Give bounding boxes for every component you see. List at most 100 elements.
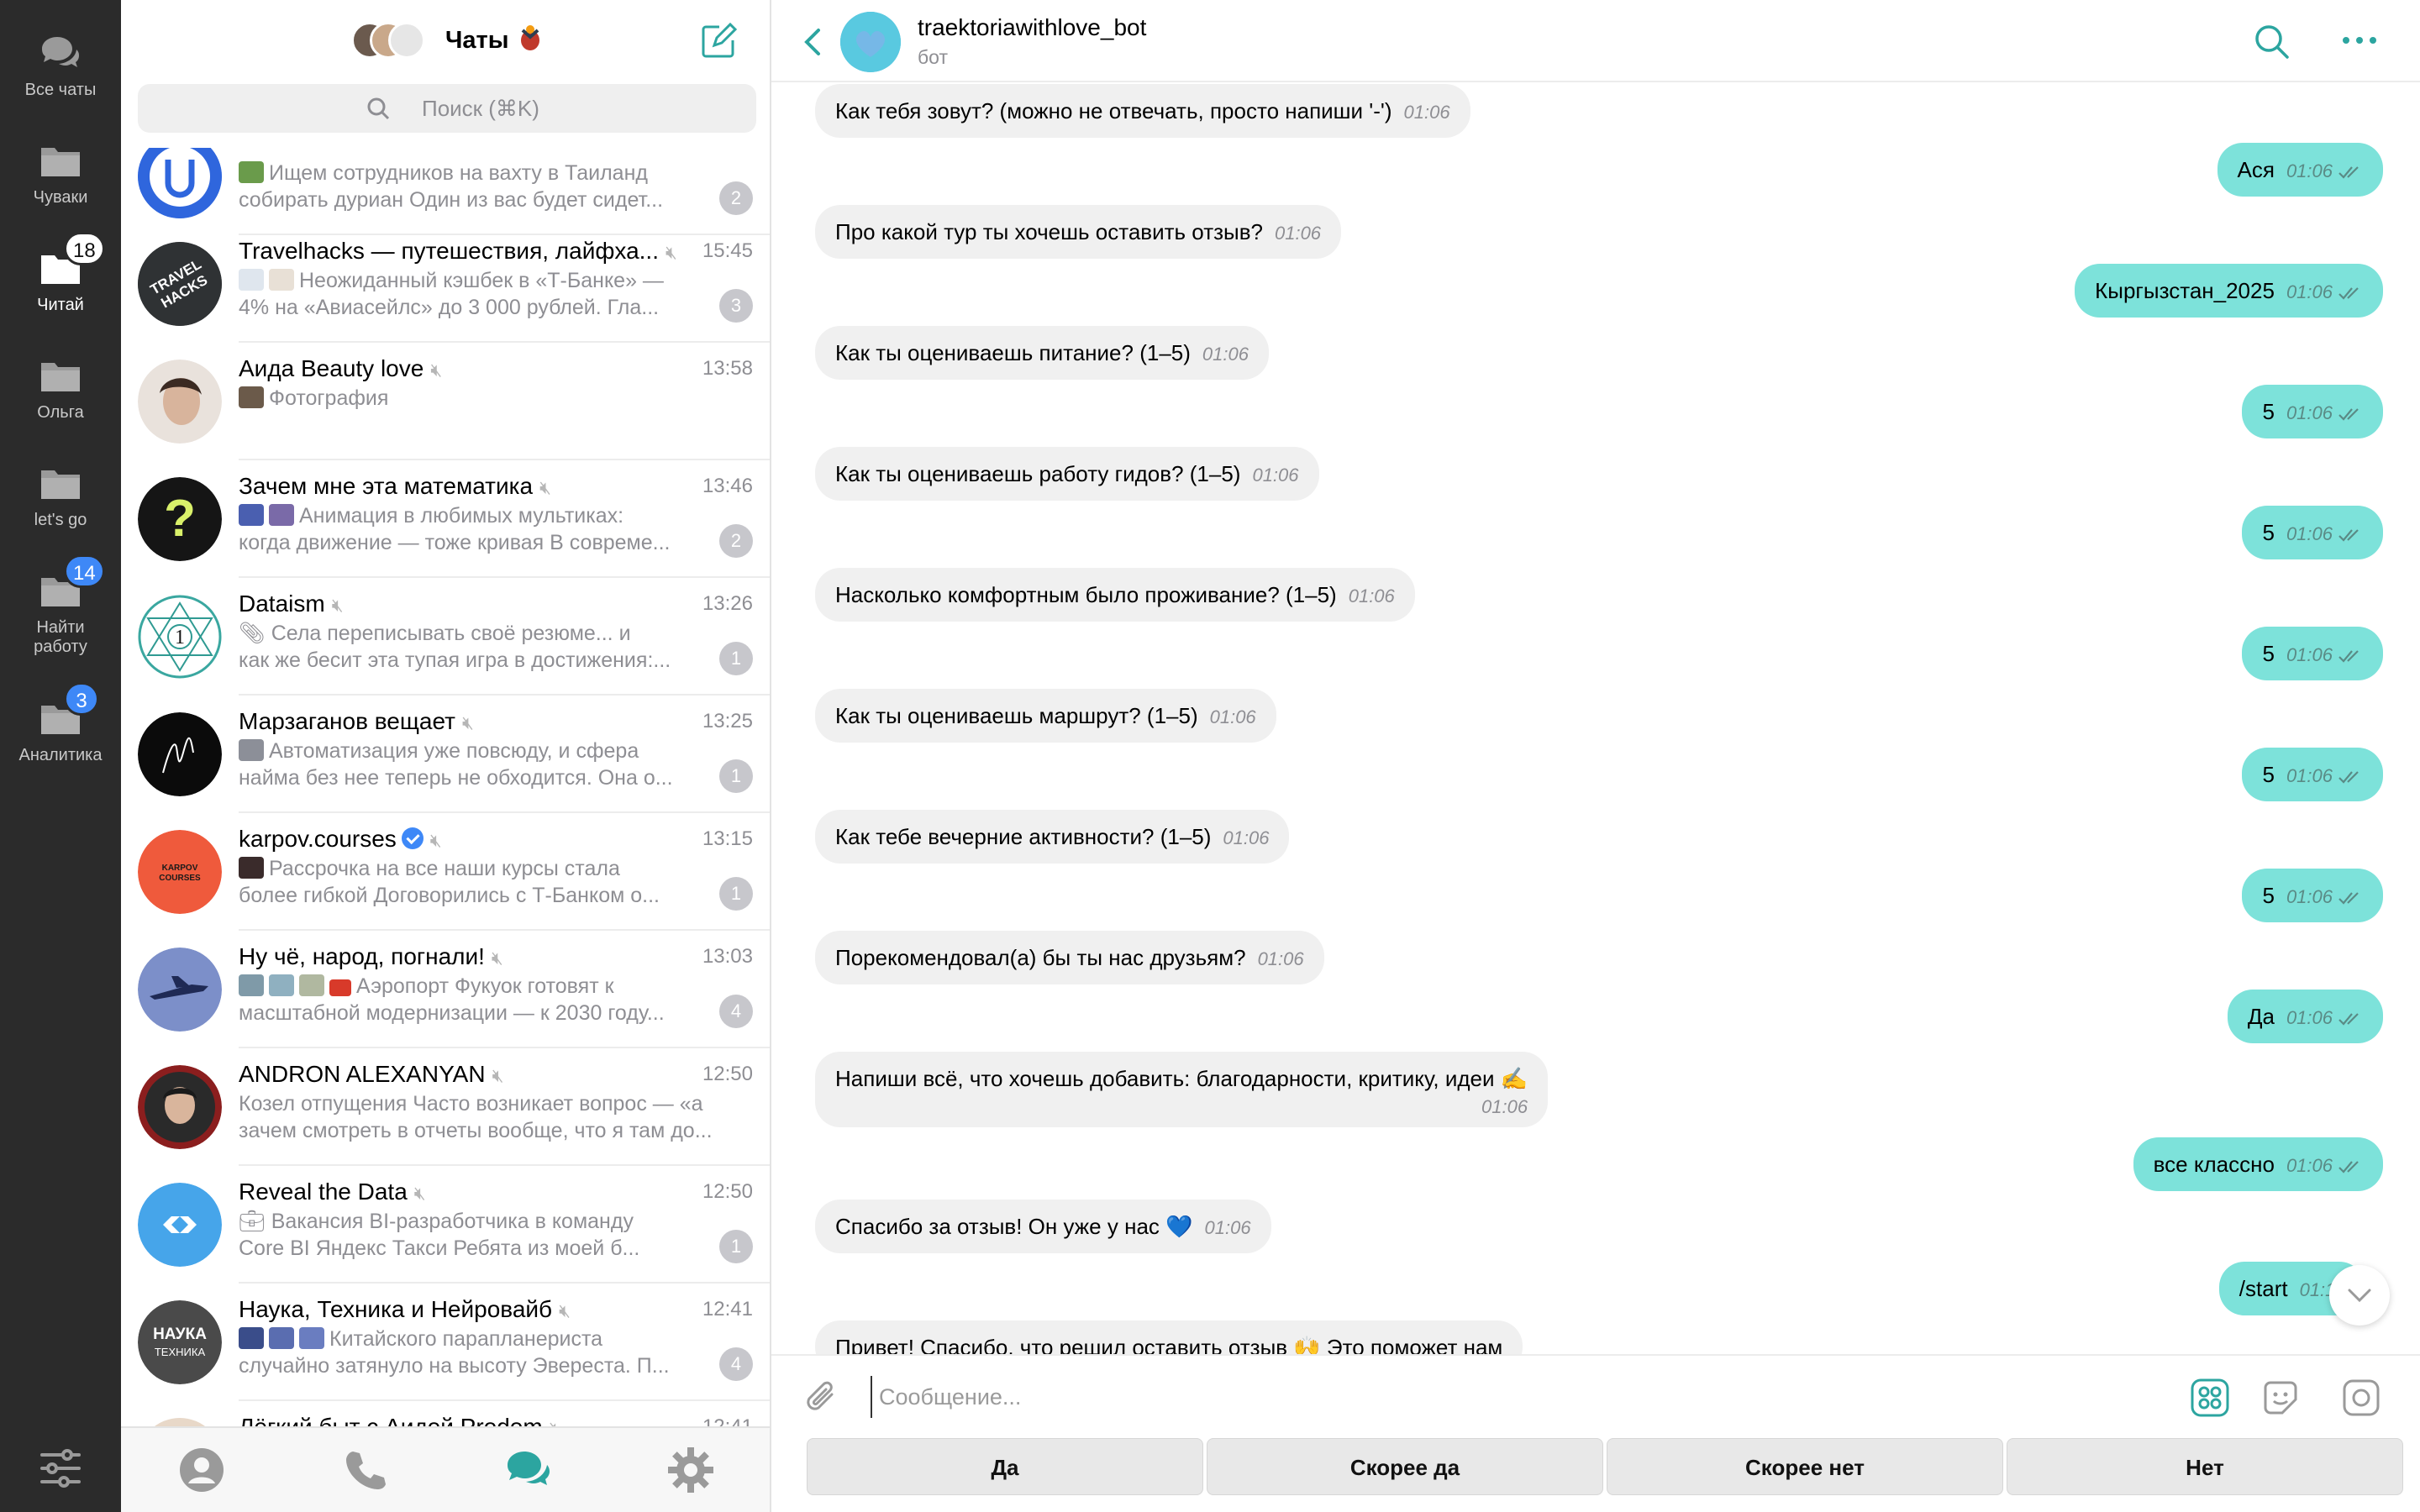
back-arrow-icon[interactable] bbox=[802, 25, 822, 59]
read-ticks-icon bbox=[2338, 1013, 2359, 1026]
chat-name: Dataism 🔇︎ bbox=[239, 591, 344, 617]
chat-name: Лёгкий быт с Аидой Prodom🔇︎ bbox=[239, 1413, 676, 1426]
chat-name: Аида Beauty love 🔇︎ bbox=[239, 355, 443, 381]
paperclip-icon[interactable] bbox=[803, 1378, 840, 1418]
media-thumbnail bbox=[269, 974, 294, 996]
outgoing-message[interactable]: все классно 01:06 bbox=[2133, 1137, 2383, 1191]
folder-olga[interactable]: Ольга bbox=[0, 356, 121, 423]
chat-time: 12:41 bbox=[702, 1298, 753, 1320]
unread-count: 1 bbox=[719, 1230, 753, 1263]
folder-rail: Все чаты Чуваки 18 Читай Ольга let's go … bbox=[0, 0, 121, 1512]
chat-name: Наука, Техника и Нейровайб 🔇︎ bbox=[239, 1296, 571, 1322]
incoming-message[interactable]: Как ты оцениваешь работу гидов? (1–5) 01:… bbox=[815, 447, 1319, 501]
chat-time: 12:50 bbox=[702, 1063, 753, 1085]
bot-avatar[interactable] bbox=[840, 12, 901, 72]
bot-commands-icon[interactable] bbox=[2190, 1378, 2230, 1418]
outgoing-message[interactable]: Кыргызстан_2025 01:06 bbox=[2075, 264, 2383, 318]
chat-name: Зачем мне эта математика 🔇︎ bbox=[239, 473, 551, 499]
outgoing-message[interactable]: 5 01:06 bbox=[2242, 869, 2383, 922]
folder-chuvaki[interactable]: Чуваки bbox=[0, 141, 121, 207]
folder-find-job[interactable]: 14 Найти работу bbox=[0, 554, 121, 657]
chat-row[interactable]: KARPOV COURSES karpov.courses 🔇︎ 13:15 Рас… bbox=[121, 813, 770, 931]
reply-button-rather-no[interactable]: Скорее нет bbox=[1607, 1438, 2003, 1495]
media-thumbnail bbox=[239, 504, 264, 526]
incoming-message[interactable]: Как ты оцениваешь питание? (1–5) 01:06 bbox=[815, 326, 1269, 380]
folder-all-chats[interactable]: Все чаты bbox=[0, 34, 121, 100]
status-emoji-icon[interactable] bbox=[514, 22, 546, 54]
chat-bubbles-icon bbox=[39, 34, 82, 72]
outgoing-message[interactable]: Ася 01:06 bbox=[2217, 143, 2383, 197]
unread-count: 4 bbox=[719, 1347, 753, 1381]
outgoing-message[interactable]: 5 01:06 bbox=[2242, 627, 2383, 680]
media-thumbnail bbox=[239, 857, 264, 879]
chat-time: 13:03 bbox=[702, 945, 753, 968]
outgoing-message[interactable]: 5 01:06 bbox=[2242, 748, 2383, 801]
incoming-message[interactable]: Привет! Спасибо, что решил оставить отзы… bbox=[815, 1320, 1523, 1354]
chats-tab-icon[interactable] bbox=[504, 1446, 551, 1494]
unread-count: 1 bbox=[719, 877, 753, 911]
read-ticks-icon bbox=[2338, 166, 2359, 179]
chat-row[interactable]: Аида Beauty love 🔇︎ 13:58 Фотография bbox=[121, 343, 770, 460]
calls-tab-icon[interactable] bbox=[341, 1446, 388, 1494]
incoming-message[interactable]: Напиши всё, что хочешь добавить: благода… bbox=[815, 1052, 1549, 1127]
conversation-panel: traektoriawithlove_bot бот Как тебя зову… bbox=[771, 0, 2420, 1512]
incoming-message[interactable]: Как ты оцениваешь маршрут? (1–5) 01:06 bbox=[815, 689, 1276, 743]
reply-button-yes[interactable]: Да bbox=[807, 1438, 1203, 1495]
svg-text:COURSES: COURSES bbox=[159, 874, 201, 883]
muted-icon: 🔇︎ bbox=[331, 595, 344, 616]
camera-icon[interactable] bbox=[2341, 1378, 2381, 1418]
compose-icon[interactable] bbox=[699, 22, 738, 60]
chat-row[interactable]: Ищем сотрудников на вахту в Таиланд соби… bbox=[121, 148, 770, 235]
paperclip-icon: 📎︎ bbox=[239, 622, 271, 645]
svg-text:1: 1 bbox=[175, 627, 185, 648]
folder-lets-go[interactable]: let's go bbox=[0, 464, 121, 530]
chat-avatar bbox=[138, 360, 222, 444]
reply-button-no[interactable]: Нет bbox=[2007, 1438, 2403, 1495]
reply-button-rather-yes[interactable]: Скорее да bbox=[1207, 1438, 1603, 1495]
chat-name: karpov.courses 🔇︎ bbox=[239, 826, 442, 852]
muted-icon: 🔇︎ bbox=[550, 1418, 561, 1426]
read-ticks-icon bbox=[2338, 408, 2359, 421]
scroll-down-button[interactable] bbox=[2329, 1265, 2390, 1326]
chat-row[interactable]: Ну чё, народ, погнали! 🔇︎ 13:03 Аэропорт … bbox=[121, 931, 770, 1048]
chat-time: 12:50 bbox=[702, 1180, 753, 1203]
outgoing-message[interactable]: 5 01:06 bbox=[2242, 385, 2383, 438]
avatar-glyph: ? bbox=[164, 490, 196, 548]
unread-count: 2 bbox=[719, 524, 753, 558]
read-ticks-icon bbox=[2338, 287, 2359, 300]
incoming-message[interactable]: Порекомендовал(а) бы ты нас друзьям? 01:0… bbox=[815, 931, 1324, 984]
contacts-tab-icon[interactable] bbox=[178, 1446, 225, 1494]
incoming-message[interactable]: Как тебе вечерние активности? (1–5) 01:06 bbox=[815, 810, 1290, 864]
chat-row[interactable]: Лёгкий быт с Аидой Prodom🔇︎ 12:41 bbox=[121, 1401, 770, 1426]
folder-analytics[interactable]: 3 Аналитика bbox=[0, 682, 121, 765]
chat-row[interactable]: ? Зачем мне эта математика 🔇︎ 13:46 Анима… bbox=[121, 460, 770, 578]
folder-chitai[interactable]: 18 Читай bbox=[0, 232, 121, 315]
sticker-icon[interactable] bbox=[2260, 1378, 2301, 1418]
incoming-message[interactable]: Насколько комфортным было проживание? (1… bbox=[815, 568, 1415, 622]
more-options-icon[interactable] bbox=[2341, 34, 2378, 47]
read-ticks-icon bbox=[2338, 892, 2359, 905]
read-ticks-icon bbox=[2338, 650, 2359, 663]
stories-avatars[interactable] bbox=[351, 22, 435, 60]
edit-folders-icon[interactable] bbox=[39, 1446, 82, 1490]
search-field[interactable]: Поиск (⌘K) bbox=[138, 84, 756, 133]
outgoing-message[interactable]: Да 01:06 bbox=[2227, 990, 2383, 1043]
chat-row[interactable]: ANDRON ALEXANYAN 🔇︎ 12:50 Козел отпущения… bbox=[121, 1048, 770, 1166]
incoming-message[interactable]: Спасибо за отзыв! Он уже у нас 💙 01:06 bbox=[815, 1200, 1271, 1253]
chat-preview: Козел отпущения Часто возникает вопрос —… bbox=[239, 1092, 713, 1142]
conversation-header: traektoriawithlove_bot бот bbox=[771, 0, 2420, 82]
chat-avatar bbox=[138, 1183, 222, 1267]
settings-tab-icon[interactable] bbox=[667, 1446, 714, 1494]
chat-row[interactable]: Reveal the Data 🔇︎ 12:50 💼︎ Вакансия BI-р… bbox=[121, 1166, 770, 1284]
folder-icon bbox=[39, 141, 82, 180]
read-ticks-icon bbox=[2338, 529, 2359, 542]
message-input[interactable] bbox=[871, 1376, 2047, 1418]
chat-row[interactable]: Марзаганов вещает 🔇︎ 13:25 Автоматизация … bbox=[121, 696, 770, 813]
chat-row[interactable]: 1 Dataism 🔇︎ 13:26 📎︎ Села переписывать с… bbox=[121, 578, 770, 696]
chat-row[interactable]: TRAVEL HACKS Travelhacks — путешествия, л… bbox=[121, 225, 770, 343]
incoming-message[interactable]: Про какой тур ты хочешь оставить отзыв? 0… bbox=[815, 205, 1342, 259]
outgoing-message[interactable]: 5 01:06 bbox=[2242, 506, 2383, 559]
search-icon[interactable] bbox=[2254, 24, 2291, 60]
chat-row[interactable]: НАУКА ТЕХНИКА Наука, Техника и Нейровайб 🔇… bbox=[121, 1284, 770, 1401]
incoming-message[interactable]: Как тебя зовут? (можно не отвечать, прос… bbox=[815, 84, 1470, 138]
